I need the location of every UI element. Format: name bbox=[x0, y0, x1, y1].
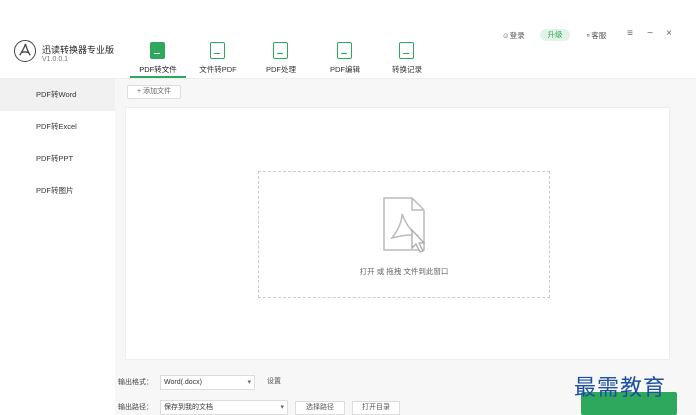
tab-pdf-process[interactable]: PDF处理 bbox=[253, 40, 309, 78]
tab-label: PDF处理 bbox=[266, 65, 296, 74]
choose-path-button[interactable]: 选择路径 bbox=[295, 401, 345, 415]
drop-zone[interactable]: 打开 或 拖拽 文件到此窗口 bbox=[258, 171, 550, 298]
sidebar-item-pdf-to-excel[interactable]: PDF转Excel bbox=[0, 111, 115, 143]
tab-label: PDF转文件 bbox=[139, 65, 177, 74]
tab-pdf-to-file[interactable]: PDF转文件 bbox=[130, 40, 186, 78]
sidebar: PDF转Word PDF转Excel PDF转PPT PDF转图片 bbox=[0, 79, 115, 415]
add-file-button[interactable]: + 添加文件 bbox=[127, 85, 181, 99]
login-label: 登录 bbox=[509, 31, 525, 40]
tab-pdf-edit[interactable]: PDF编辑 bbox=[317, 40, 373, 78]
output-format-select[interactable]: Word(.docx) ▾ bbox=[160, 375, 255, 390]
open-folder-button[interactable]: 打开目录 bbox=[352, 401, 400, 415]
output-path-label: 输出路径： bbox=[118, 404, 153, 411]
app-logo-icon bbox=[14, 40, 36, 62]
main-area: + 添加文件 打开 或 拖拽 文件到此窗口 输出格式： Word(.docx) … bbox=[115, 79, 696, 415]
settings-link[interactable]: 设置 bbox=[262, 376, 286, 390]
tab-label: 转换记录 bbox=[392, 65, 422, 74]
chevron-down-icon: ▾ bbox=[280, 404, 284, 411]
output-path-value: 保存到我的文档 bbox=[164, 404, 213, 411]
tab-label: 文件转PDF bbox=[199, 65, 237, 74]
hamburger-icon[interactable]: ≡ bbox=[624, 28, 636, 40]
user-icon: ☺ bbox=[502, 31, 510, 40]
pdf-convert-icon bbox=[150, 42, 165, 59]
history-icon bbox=[399, 42, 414, 59]
close-icon[interactable]: × bbox=[663, 28, 675, 40]
file-list-panel: 打开 或 拖拽 文件到此窗口 bbox=[125, 107, 670, 360]
pdf-file-icon bbox=[383, 197, 426, 253]
app-name: 迅读转换器专业版 bbox=[42, 45, 115, 55]
pdf-process-icon bbox=[273, 42, 288, 59]
minimize-icon[interactable]: − bbox=[644, 28, 656, 40]
pdf-edit-icon bbox=[337, 42, 352, 59]
login-link[interactable]: ☺登录 bbox=[502, 30, 525, 42]
service-link[interactable]: ⚬客服 bbox=[585, 30, 606, 42]
tab-file-to-pdf[interactable]: 文件转PDF bbox=[190, 40, 246, 78]
app-version: V1.0.0.1 bbox=[42, 56, 69, 63]
tab-history[interactable]: 转换记录 bbox=[379, 40, 435, 78]
output-format-label: 输出格式： bbox=[118, 379, 153, 386]
sidebar-item-pdf-to-word[interactable]: PDF转Word bbox=[0, 79, 115, 111]
output-path-select[interactable]: 保存到我的文档 ▾ bbox=[160, 400, 288, 415]
watermark: 最需教育 bbox=[574, 376, 667, 401]
sidebar-item-pdf-to-image[interactable]: PDF转图片 bbox=[0, 175, 115, 207]
header: 迅读转换器专业版 V1.0.0.1 PDF转文件 文件转PDF PDF处理 PD… bbox=[0, 0, 696, 78]
upgrade-button[interactable]: 升级 bbox=[540, 29, 570, 41]
sidebar-item-pdf-to-ppt[interactable]: PDF转PPT bbox=[0, 143, 115, 175]
chevron-down-icon: ▾ bbox=[247, 379, 251, 386]
service-label: 客服 bbox=[591, 31, 607, 40]
drop-hint-text: 打开 或 拖拽 文件到此窗口 bbox=[359, 267, 449, 276]
file-to-pdf-icon bbox=[210, 42, 225, 59]
output-format-value: Word(.docx) bbox=[164, 379, 202, 386]
tab-label: PDF编辑 bbox=[330, 65, 360, 74]
